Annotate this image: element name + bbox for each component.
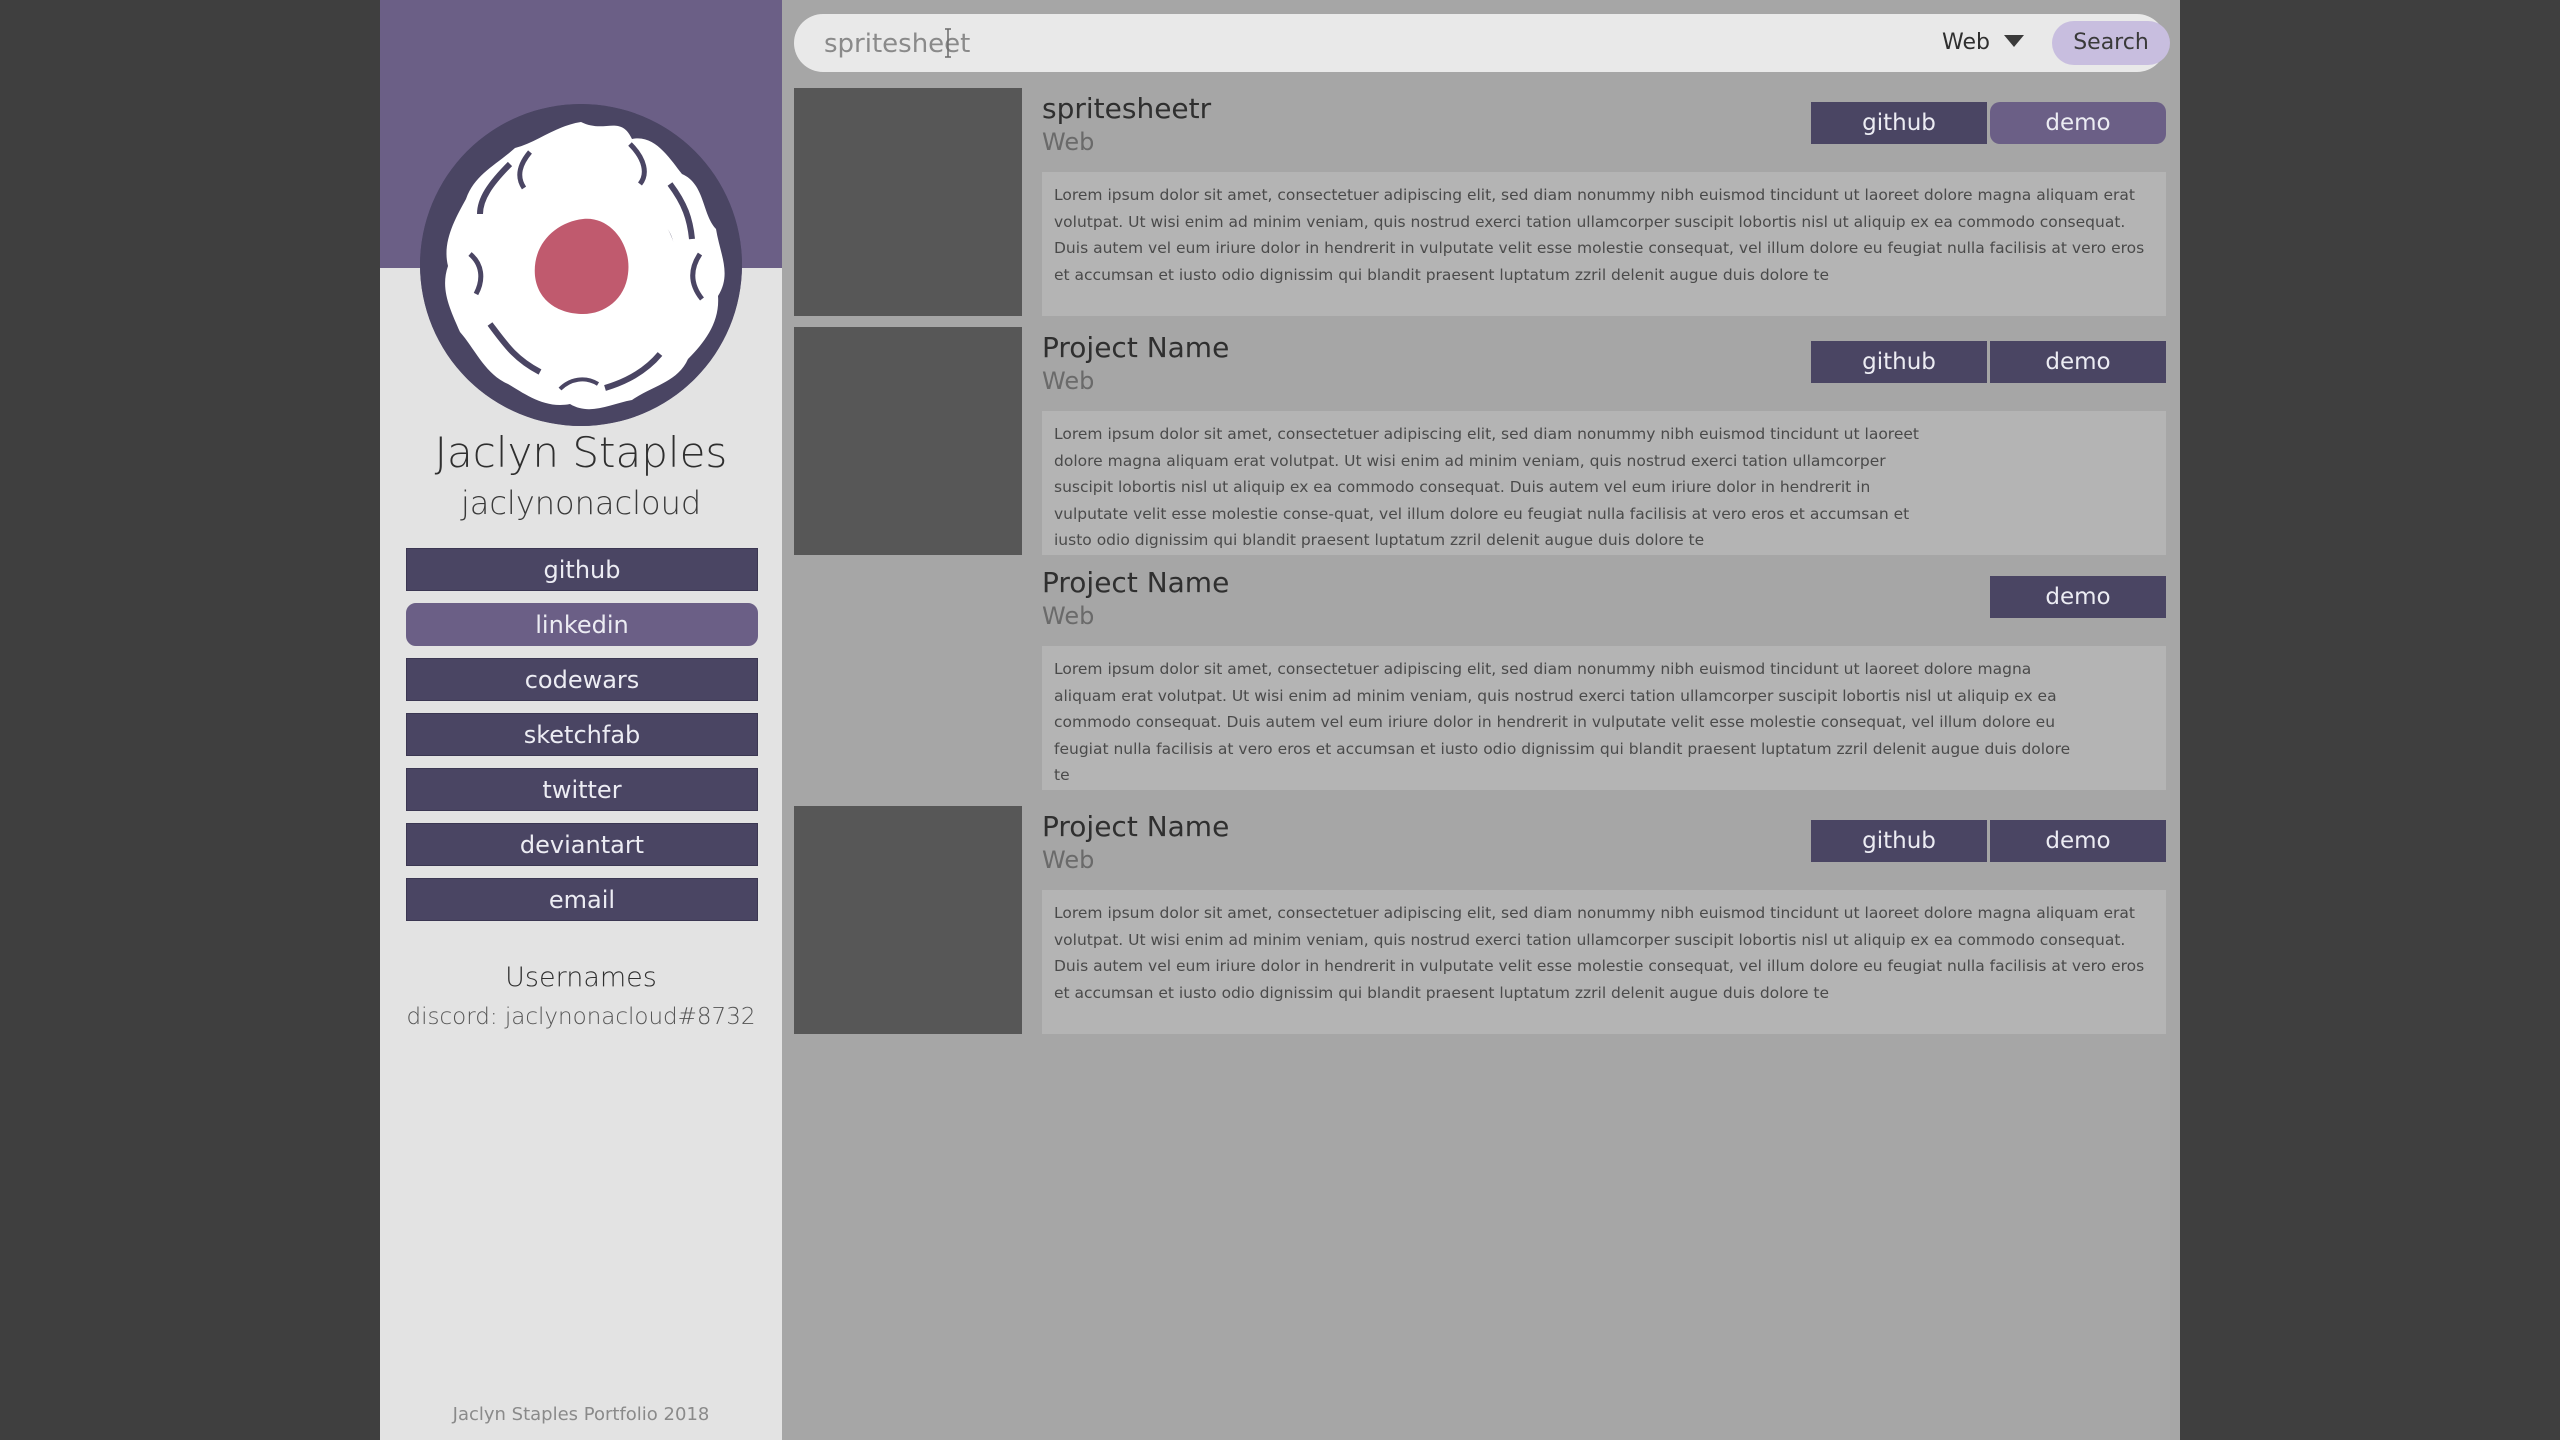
project-description: Lorem ipsum dolor sit amet, consectetuer… [1042, 890, 2166, 1034]
avatar-logo-icon [420, 104, 742, 426]
search-button[interactable]: Search [2052, 21, 2170, 65]
text-cursor-icon [945, 28, 951, 58]
twitter-link-button[interactable]: twitter [406, 768, 758, 811]
project-title: Project Name [1042, 331, 1230, 364]
social-links: github linkedin codewars sketchfab twitt… [406, 548, 758, 933]
project-title: Project Name [1042, 810, 1230, 843]
footer-copyright: Jaclyn Staples Portfolio 2018 [452, 1404, 710, 1425]
project-demo-button[interactable]: demo [1990, 102, 2166, 144]
project-github-button[interactable]: github [1811, 341, 1987, 383]
project-title: Project Name [1042, 566, 1230, 599]
main-content: Web Search spritesheetr Web github demo … [782, 0, 2180, 1440]
category-filter-value: Web [1942, 30, 1990, 55]
sketchfab-link-button[interactable]: sketchfab [406, 713, 758, 756]
project-thumbnail [794, 562, 1022, 790]
chevron-down-icon [2003, 35, 2024, 47]
page: Jaclyn Staples jaclynonacloud github lin… [380, 0, 2180, 1440]
deviantart-link-button[interactable]: deviantart [406, 823, 758, 866]
project-card: Project Name Web demo Lorem ipsum dolor … [794, 562, 2166, 790]
github-link-button[interactable]: github [406, 548, 758, 591]
project-card: Project Name Web github demo Lorem ipsum… [794, 327, 2166, 555]
project-thumbnail[interactable] [794, 806, 1022, 1034]
project-category: Web [1042, 367, 1095, 395]
project-category: Web [1042, 846, 1095, 874]
project-card: spritesheetr Web github demo Lorem ipsum… [794, 88, 2166, 316]
search-bar: Web Search [794, 14, 2170, 72]
project-category: Web [1042, 128, 1095, 156]
project-github-button[interactable]: github [1811, 820, 1987, 862]
project-description: Lorem ipsum dolor sit amet, consectetuer… [1042, 646, 2166, 790]
usernames-title: Usernames [505, 962, 657, 993]
project-thumbnail[interactable] [794, 327, 1022, 555]
avatar [420, 104, 742, 426]
category-filter-select[interactable]: Web [1942, 27, 2024, 59]
project-thumbnail[interactable] [794, 88, 1022, 316]
project-demo-button[interactable]: demo [1990, 576, 2166, 618]
project-github-button[interactable]: github [1811, 102, 1987, 144]
project-title: spritesheetr [1042, 92, 1212, 125]
discord-username: discord: jaclynonacloud#8732 [406, 1004, 756, 1030]
project-card: Project Name Web github demo Lorem ipsum… [794, 806, 2166, 1034]
project-description: Lorem ipsum dolor sit amet, consectetuer… [1042, 411, 2166, 555]
search-input[interactable] [822, 26, 1826, 62]
email-link-button[interactable]: email [406, 878, 758, 921]
codewars-link-button[interactable]: codewars [406, 658, 758, 701]
profile-name: Jaclyn Staples [434, 428, 728, 477]
profile-handle: jaclynonacloud [460, 484, 702, 522]
project-demo-button[interactable]: demo [1990, 820, 2166, 862]
project-category: Web [1042, 602, 1095, 630]
project-description: Lorem ipsum dolor sit amet, consectetuer… [1042, 172, 2166, 316]
sidebar: Jaclyn Staples jaclynonacloud github lin… [380, 0, 782, 1440]
project-demo-button[interactable]: demo [1990, 341, 2166, 383]
linkedin-link-button[interactable]: linkedin [406, 603, 758, 646]
